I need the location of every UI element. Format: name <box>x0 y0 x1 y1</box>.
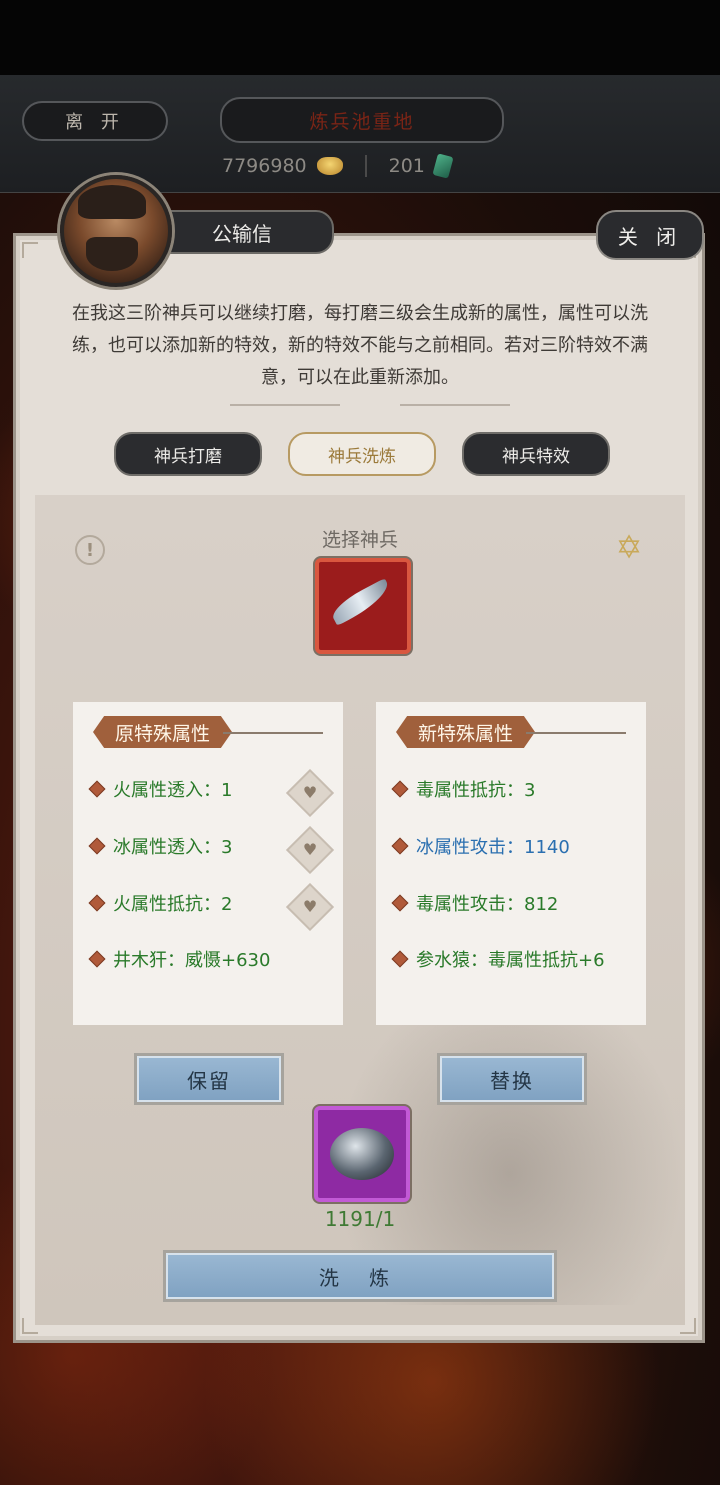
jade-amount: 201 <box>388 155 425 177</box>
attribute-row: 参水猿：毒属性抵抗+6 <box>391 944 605 974</box>
gold-ingot-icon <box>316 157 343 175</box>
attribute-text: 火属性透入：1 <box>113 780 233 801</box>
refine-content: ! ✡ 选择神兵 原特殊属性 火属性透入：1 ♥ 冰属性透入：3 ♥ 火属性抵抗… <box>35 495 685 1325</box>
title-rule <box>223 732 323 734</box>
diamond-bullet-icon <box>88 950 106 968</box>
jade-icon <box>432 153 454 179</box>
avatar-beard <box>86 237 138 271</box>
gold-amount: 7796980 <box>222 155 307 177</box>
attribute-text: 火属性抵抗：2 <box>113 894 233 915</box>
material-slot[interactable] <box>314 1106 410 1202</box>
original-attributes-title: 原特殊属性 <box>93 716 233 748</box>
attribute-text: 冰属性透入：3 <box>113 837 233 858</box>
tab-refine[interactable]: 神兵洗炼 <box>288 432 436 476</box>
attribute-text: 毒属性攻击：812 <box>416 894 559 915</box>
lock-attribute-button[interactable]: ♥ <box>285 768 335 818</box>
heart-icon: ♥ <box>302 840 318 859</box>
tab-effect[interactable]: 神兵特效 <box>462 432 610 476</box>
new-attributes-card: 新特殊属性 毒属性抵抗：3 冰属性攻击：1140 毒属性攻击：812 参水猿：毒… <box>376 702 646 1025</box>
npc-avatar <box>60 175 172 287</box>
corner-ornament <box>22 242 38 258</box>
npc-description: 在我这三阶神兵可以继续打磨，每打磨三级会生成新的属性，属性可以洗练，也可以添加新… <box>72 303 648 388</box>
keep-button[interactable]: 保留 <box>134 1053 284 1105</box>
select-weapon-label: 选择神兵 <box>321 529 398 551</box>
material-count: 1191/1 <box>324 1207 396 1231</box>
lock-attribute-button[interactable]: ♥ <box>285 882 335 932</box>
attribute-row: 火属性抵抗：2 <box>88 888 233 918</box>
title-rule <box>526 732 626 734</box>
attribute-row: 冰属性攻击：1140 <box>391 831 570 861</box>
diamond-bullet-icon <box>88 837 106 855</box>
attribute-text: 井木犴：威慑+630 <box>113 950 271 971</box>
original-attributes-card: 原特殊属性 火属性透入：1 ♥ 冰属性透入：3 ♥ 火属性抵抗：2 ♥ 井木犴：… <box>73 702 343 1025</box>
avatar-hair <box>78 185 146 219</box>
blade-weapon-icon <box>328 578 394 626</box>
divider-ornament <box>400 404 510 406</box>
currency-bar: 7796980 201 <box>222 153 454 179</box>
heart-icon: ♥ <box>302 897 318 916</box>
diamond-bullet-icon <box>391 950 409 968</box>
weapon-slot[interactable] <box>315 558 411 654</box>
attribute-row: 火属性透入：1 <box>88 774 233 804</box>
diamond-bullet-icon <box>391 780 409 798</box>
divider-ornament <box>230 404 340 406</box>
attribute-row: 井木犴：威慑+630 <box>88 944 271 974</box>
close-button[interactable]: 关 闭 <box>596 210 704 260</box>
attribute-row: 毒属性抵抗：3 <box>391 774 536 804</box>
refine-button[interactable]: 洗 炼 <box>163 1250 557 1302</box>
attribute-row: 毒属性攻击：812 <box>391 888 559 918</box>
heart-icon: ♥ <box>302 783 318 802</box>
diamond-bullet-icon <box>391 837 409 855</box>
leave-button[interactable]: 离 开 <box>22 101 168 141</box>
currency-divider <box>364 155 367 177</box>
diamond-bullet-icon <box>88 894 106 912</box>
diamond-bullet-icon <box>88 780 106 798</box>
attribute-text: 毒属性抵抗：3 <box>416 780 536 801</box>
diamond-bullet-icon <box>391 894 409 912</box>
attribute-row: 冰属性透入：3 <box>88 831 233 861</box>
replace-button[interactable]: 替换 <box>437 1053 587 1105</box>
new-attributes-title: 新特殊属性 <box>396 716 536 748</box>
lock-attribute-button[interactable]: ♥ <box>285 825 335 875</box>
npc-name-plate: 公输信 <box>150 210 334 254</box>
refining-stone-icon <box>330 1128 394 1180</box>
location-title: 炼兵池重地 <box>220 97 504 143</box>
attribute-text: 参水猿：毒属性抵抗+6 <box>416 950 605 971</box>
tab-polish[interactable]: 神兵打磨 <box>114 432 262 476</box>
attribute-text: 冰属性攻击：1140 <box>416 837 570 858</box>
status-bar-area <box>0 0 720 75</box>
